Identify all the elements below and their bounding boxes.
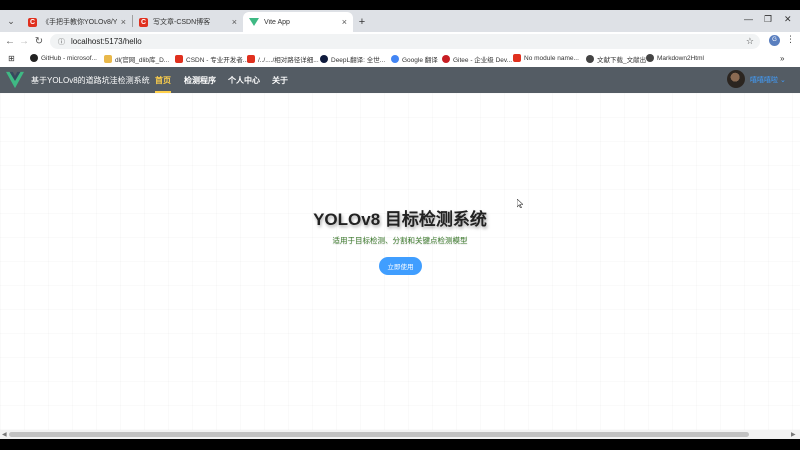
mouse-cursor-icon: [517, 199, 523, 208]
horizontal-scrollbar[interactable]: ◀ ▶: [0, 430, 800, 439]
menu-label: 个人中心: [228, 75, 260, 85]
bookmark-label: DeepL翻译: 全世...: [331, 57, 386, 64]
browser-tab-strip: ⌄ C 《手把手教你YOLOv8/YOLOv... × C 写文章-CSDN博客…: [0, 10, 800, 32]
url-text: localhost:5173/hello: [71, 37, 142, 46]
app-title: 基于YOLOv8的道路坑洼检测系统: [31, 76, 150, 85]
close-icon[interactable]: ×: [232, 17, 237, 27]
bookmark-star-icon[interactable]: ☆: [746, 36, 754, 47]
browser-tab-3-active[interactable]: Vite App ×: [243, 12, 353, 32]
bookmark-label: CSDN - 专业开发者...: [186, 57, 249, 64]
profile-avatar[interactable]: G: [769, 35, 780, 46]
restore-icon[interactable]: ❐: [764, 14, 772, 25]
app-navbar: 基于YOLOv8的道路坑洼检测系统 首页 检测程序 个人中心 关于 嘻嘻嘻啦 ⌄: [0, 67, 800, 93]
csdn-icon: C: [139, 17, 148, 27]
browser-toolbar: ← → ↻ ⓘ localhost:5173/hello ☆ G ⋮: [0, 32, 800, 50]
username-dropdown[interactable]: 嘻嘻嘻啦 ⌄: [750, 75, 786, 85]
bookmark-no-module[interactable]: No module name...: [513, 54, 579, 62]
bookmark-csdn[interactable]: CSDN - 专业开发者...: [175, 54, 248, 64]
google-translate-icon: [391, 55, 399, 63]
bookmark-label: GitHub - microsof...: [41, 54, 97, 62]
new-tab-icon[interactable]: +: [353, 12, 371, 32]
forward-icon[interactable]: →: [16, 36, 32, 47]
gitee-icon: [442, 55, 450, 63]
bookmark-google-translate[interactable]: Google 翻译: [391, 54, 438, 64]
github-icon: [30, 54, 38, 62]
menu-label: 检测程序: [184, 75, 216, 85]
globe-icon: [646, 54, 654, 62]
minimize-icon[interactable]: —: [744, 14, 753, 24]
menu-item-about[interactable]: 关于: [272, 67, 288, 93]
menu-item-detection[interactable]: 检测程序: [184, 67, 216, 93]
bookmarks-bar: ⊞ GitHub - microsof... dl(官网_dlib库_D... …: [0, 51, 800, 66]
deepl-icon: [320, 55, 328, 63]
bookmark-label: No module name...: [524, 54, 579, 62]
bookmark-literature[interactable]: 文献下载_文献出: [586, 54, 646, 64]
more-bookmarks-icon[interactable]: »: [780, 54, 784, 63]
bookmark-label: Google 翻译: [402, 57, 438, 64]
browser-menu-icon[interactable]: ⋮: [786, 34, 795, 45]
bookmark-label: Markdown2Html: [657, 54, 704, 62]
user-avatar[interactable]: [727, 70, 745, 88]
menu-label: 关于: [272, 75, 288, 85]
bookmark-github[interactable]: GitHub - microsof...: [30, 54, 97, 62]
menu-item-home[interactable]: 首页: [155, 67, 171, 93]
browser-tab-1[interactable]: C 《手把手教你YOLOv8/YOLOv... ×: [22, 12, 132, 32]
bookmark-label: dl(官网_dlib库_D...: [115, 57, 170, 64]
csdn-icon: [513, 54, 521, 62]
tab-search-icon[interactable]: ⌄: [0, 10, 22, 32]
csdn-icon: [247, 55, 255, 63]
bookmark-label: 文献下载_文献出: [597, 57, 647, 64]
globe-icon: [586, 55, 594, 63]
vue-logo-icon[interactable]: [6, 71, 24, 89]
csdn-icon: C: [28, 17, 37, 27]
window-close-icon[interactable]: ✕: [784, 14, 792, 25]
start-button[interactable]: 立即使用: [379, 257, 422, 275]
scrollbar-thumb[interactable]: [9, 432, 749, 437]
browser-tab-2[interactable]: C 写文章-CSDN博客 ×: [133, 12, 243, 32]
bookmark-gitee[interactable]: Gitee - 企业级 Dev...: [442, 54, 512, 64]
address-bar[interactable]: ⓘ localhost:5173/hello ☆: [50, 34, 760, 49]
csdn-icon: [175, 55, 183, 63]
bottom-border: [0, 439, 800, 450]
bookmark-path[interactable]: /../..../相对路径详细...: [247, 54, 319, 64]
scroll-left-icon[interactable]: ◀: [2, 431, 7, 438]
reload-icon[interactable]: ↻: [31, 36, 47, 47]
site-info-icon[interactable]: ⓘ: [58, 37, 65, 47]
username-label: 嘻嘻嘻啦: [750, 77, 778, 84]
tab-label: 《手把手教你YOLOv8/YOLOv...: [42, 19, 117, 26]
main-content: YOLOv8 目标检测系统 适用于目标检测、分割和关键点检测模型 立即使用: [0, 93, 800, 430]
apps-grid-icon[interactable]: ⊞: [8, 54, 15, 63]
close-icon[interactable]: ×: [121, 17, 126, 27]
tab-label: Vite App: [264, 18, 290, 26]
folder-icon: [104, 55, 112, 63]
tab-label: 写文章-CSDN博客: [153, 19, 211, 26]
menu-item-profile[interactable]: 个人中心: [228, 67, 260, 93]
bookmark-dlib[interactable]: dl(官网_dlib库_D...: [104, 54, 169, 64]
hero-subtitle: 适用于目标检测、分割和关键点检测模型: [332, 236, 468, 245]
scroll-right-icon[interactable]: ▶: [791, 431, 796, 438]
chevron-down-icon: ⌄: [779, 77, 786, 84]
vite-vue-icon: [249, 17, 259, 27]
bookmark-label: Gitee - 企业级 Dev...: [453, 57, 513, 64]
bookmark-deepl[interactable]: DeepL翻译: 全世...: [320, 54, 385, 64]
bookmark-markdown[interactable]: Markdown2Html: [646, 54, 704, 62]
top-border: [0, 0, 800, 10]
hero-title: YOLOv8 目标检测系统: [313, 210, 487, 229]
close-icon[interactable]: ×: [342, 17, 347, 27]
screen: ⌄ C 《手把手教你YOLOv8/YOLOv... × C 写文章-CSDN博客…: [0, 0, 800, 450]
menu-label: 首页: [155, 75, 171, 85]
bookmark-label: /../..../相对路径详细...: [258, 57, 319, 64]
